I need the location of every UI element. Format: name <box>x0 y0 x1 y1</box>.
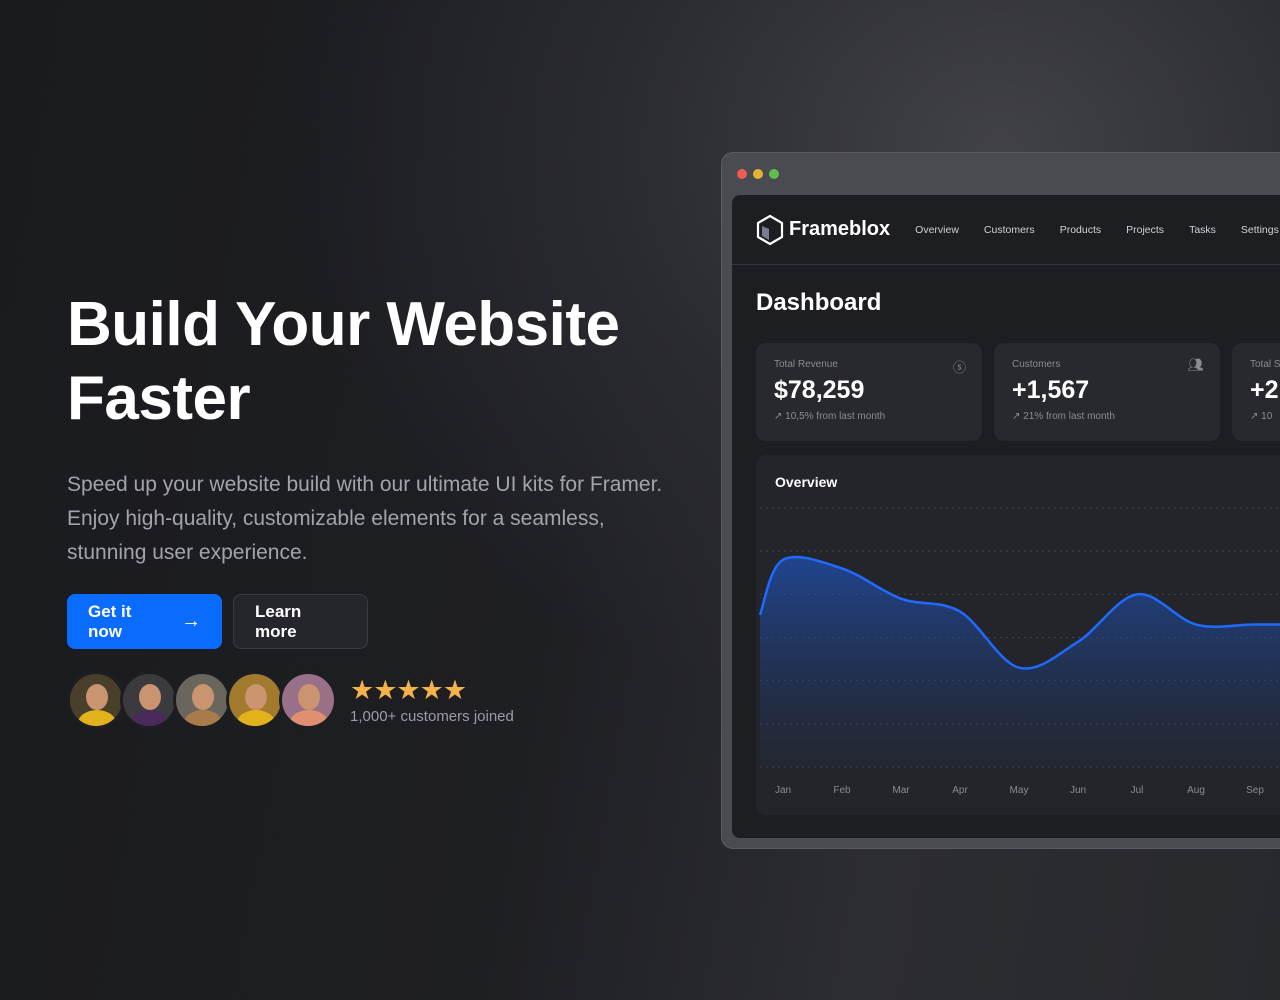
x-tick-label: Jul <box>1131 785 1144 796</box>
get-it-now-button[interactable]: Get it now → <box>67 594 222 649</box>
browser-window: Frameblox Overview Customers Products Pr… <box>721 152 1280 849</box>
stat-card-revenue: Total Revenue $78,259 ↗ 10,5% from last m… <box>756 343 982 441</box>
x-tick-label: Apr <box>952 785 968 796</box>
trend-up-icon: ↗ <box>1012 411 1021 422</box>
trend-up-icon: ↗ <box>1250 411 1259 422</box>
hero-subtitle: Speed up your website build with our ult… <box>67 473 663 564</box>
x-tick-label: Sep <box>1246 785 1264 796</box>
top-nav: Frameblox Overview Customers Products Pr… <box>732 195 1280 265</box>
overview-chart-card: Overview Jan Feb Mar Apr May Jun Jul Aug Sep <box>756 455 1280 815</box>
nav-overview[interactable]: Overview <box>915 224 959 236</box>
nav-customers[interactable]: Customers <box>984 224 1035 236</box>
customers-joined: 1,000+ customers joined <box>350 707 514 725</box>
avatar <box>67 671 125 729</box>
x-tick-label: Jun <box>1070 785 1086 796</box>
learn-more-button[interactable]: Learn more <box>233 594 368 649</box>
x-tick-label: Feb <box>833 785 851 796</box>
stat-card-total: Total S +2 ↗ 10 <box>1232 343 1280 441</box>
chart-area <box>760 556 1280 767</box>
overview-chart: Jan Feb Mar Apr May Jun Jul Aug Sep <box>758 507 1280 796</box>
close-dot[interactable] <box>737 169 747 179</box>
nav-settings[interactable]: Settings <box>1241 224 1279 236</box>
dollar-icon: ⓢ <box>952 360 966 375</box>
x-tick-label: Mar <box>892 785 910 796</box>
trend-up-icon: ↗ <box>774 411 783 422</box>
hexagon-logo-icon <box>756 214 784 245</box>
arrow-right-icon: → <box>181 610 201 632</box>
hero-title: Build Your Website Faster <box>67 290 620 433</box>
x-tick-label: May <box>1010 785 1029 796</box>
star-rating: ★★★★★ <box>350 674 467 705</box>
minimize-dot[interactable] <box>753 169 763 179</box>
x-tick-label: Jan <box>775 785 791 796</box>
logo[interactable]: Frameblox <box>755 214 890 246</box>
nav-projects[interactable]: Projects <box>1126 224 1164 236</box>
avatar <box>279 671 337 729</box>
hero: Build Your Website Faster Speed up your w… <box>67 288 667 729</box>
stat-card-customers: Customers +1,567 ↗ 21% from last month 👥︎ <box>994 343 1220 441</box>
avatar <box>173 671 231 729</box>
avatar <box>226 671 284 729</box>
x-tick-label: Aug <box>1187 785 1205 796</box>
users-icon: 👥︎ <box>1187 357 1204 372</box>
maximize-dot[interactable] <box>769 169 779 179</box>
nav-products[interactable]: Products <box>1060 224 1101 236</box>
nav-tasks[interactable]: Tasks <box>1189 224 1216 236</box>
page-title: Dashboard <box>756 289 882 316</box>
avatar <box>120 671 178 729</box>
